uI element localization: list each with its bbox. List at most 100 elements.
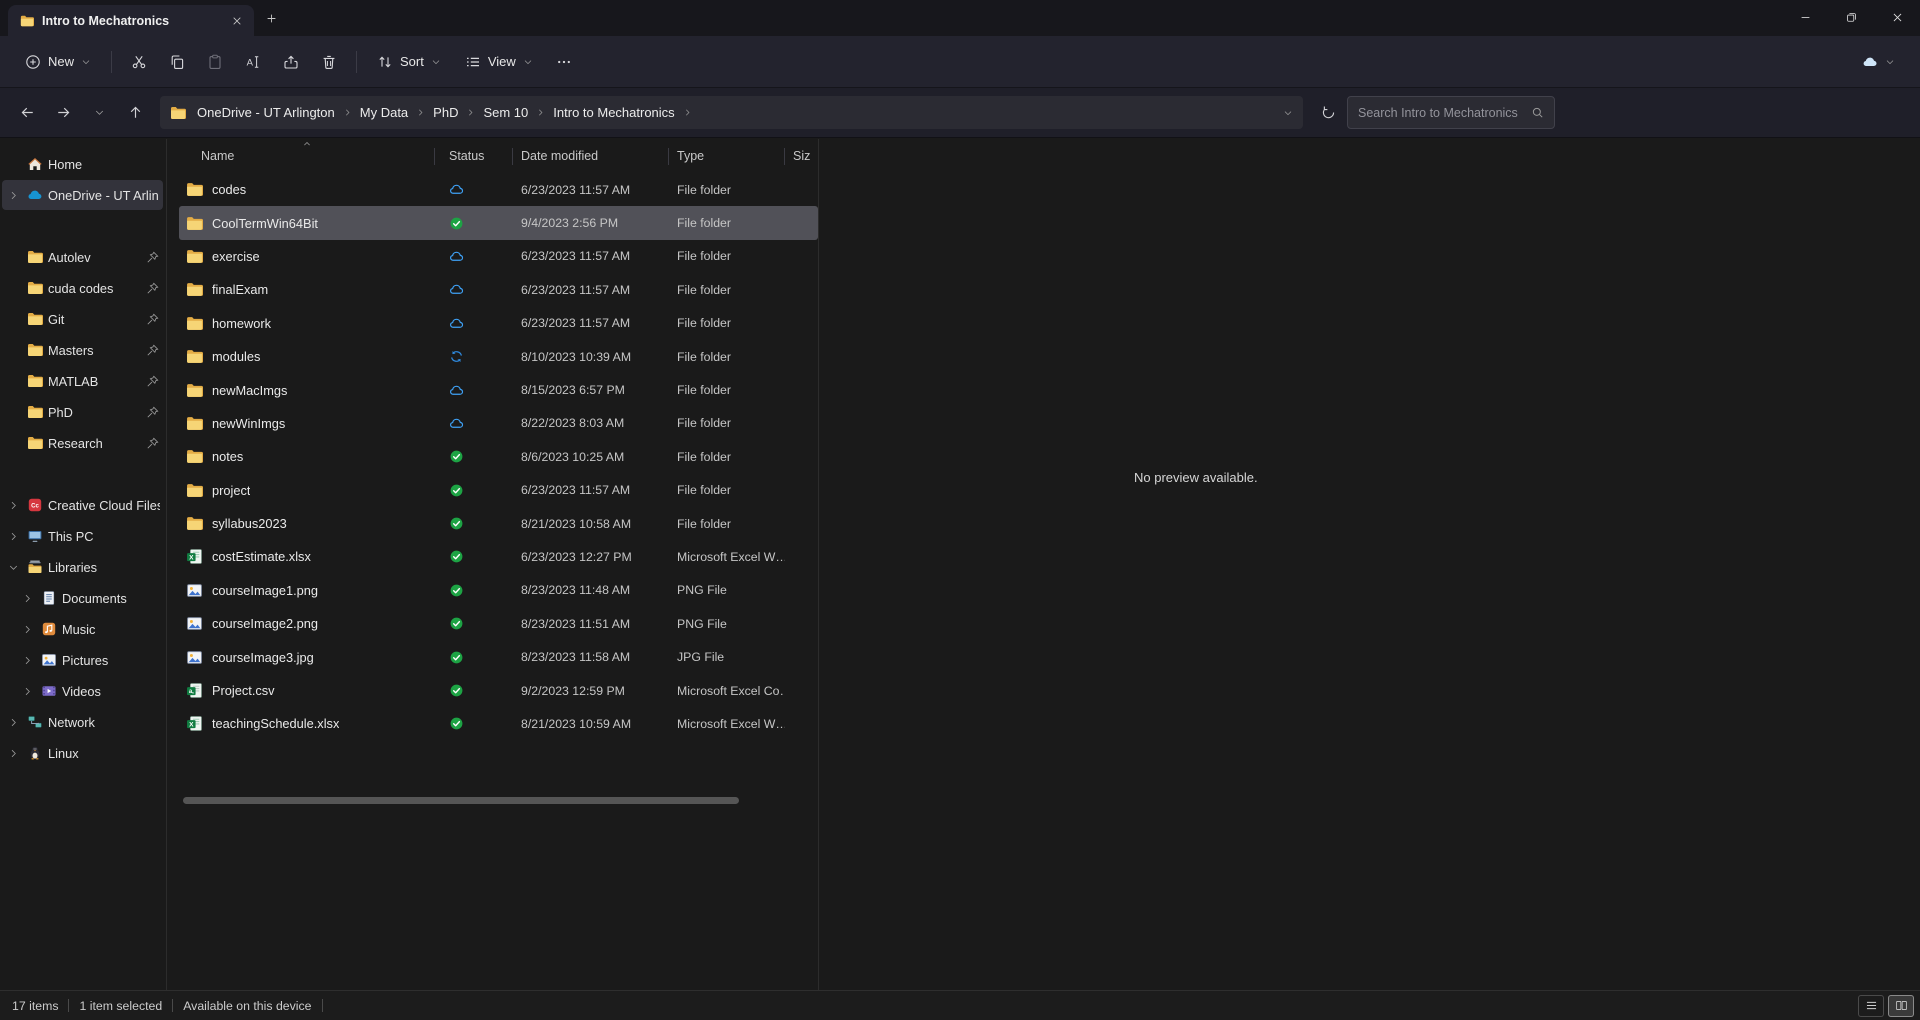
file-row[interactable]: courseImage3.jpg8/23/2023 11:58 AMJPG Fi…	[179, 640, 818, 673]
chevron-right-icon[interactable]	[18, 655, 36, 666]
sidebar-item-pictures[interactable]: Pictures	[16, 645, 163, 675]
sort-button[interactable]: Sort	[366, 44, 452, 80]
forward-button[interactable]	[46, 97, 80, 129]
chevron-right-icon[interactable]	[4, 190, 22, 201]
chevron-right-icon[interactable]	[466, 108, 475, 117]
sidebar-item-linux[interactable]: Linux	[2, 738, 163, 768]
search-input[interactable]	[1358, 106, 1523, 120]
sidebar-item-this-pc[interactable]: This PC	[2, 521, 163, 551]
chevron-right-icon[interactable]	[18, 624, 36, 635]
maximize-button[interactable]	[1828, 0, 1874, 35]
breadcrumb-item[interactable]: Sem 10	[476, 102, 535, 123]
explorer-tab[interactable]: Intro to Mechatronics	[8, 5, 254, 36]
chevron-right-icon[interactable]	[4, 748, 22, 759]
close-button[interactable]	[1874, 0, 1920, 35]
cut-icon	[131, 54, 147, 70]
sidebar-item-cuda-codes[interactable]: cuda codes	[2, 273, 163, 303]
scrollbar-thumb[interactable]	[183, 797, 739, 804]
sidebar-item-phd[interactable]: PhD	[2, 397, 163, 427]
new-button[interactable]: New	[14, 44, 102, 80]
column-header-date-modified[interactable]: Date modified	[513, 139, 669, 173]
sidebar-item-creative-cloud-files[interactable]: CcCreative Cloud Files	[2, 490, 163, 520]
column-header-name[interactable]: Name	[179, 139, 435, 173]
back-button[interactable]	[10, 97, 44, 129]
breadcrumb-item[interactable]: PhD	[426, 102, 465, 123]
file-row[interactable]: finalExam6/23/2023 11:57 AMFile folder	[179, 273, 818, 306]
file-row[interactable]: newWinImgs8/22/2023 8:03 AMFile folder	[179, 407, 818, 440]
file-row[interactable]: project6/23/2023 11:57 AMFile folder	[179, 474, 818, 507]
file-row[interactable]: newMacImgs8/15/2023 6:57 PMFile folder	[179, 373, 818, 406]
refresh-button[interactable]	[1311, 97, 1345, 129]
breadcrumb-item[interactable]: Intro to Mechatronics	[546, 102, 681, 123]
large-thumbnails-view-button[interactable]	[1888, 995, 1914, 1017]
file-row[interactable]: modules8/10/2023 10:39 AMFile folder	[179, 340, 818, 373]
sidebar-item-onedrive-ut-arlin[interactable]: OneDrive - UT Arlin	[2, 180, 163, 210]
rename-button[interactable]: A	[235, 44, 271, 80]
tab-close-icon[interactable]	[226, 10, 248, 32]
share-button[interactable]	[273, 44, 309, 80]
address-history-icon[interactable]	[1283, 108, 1293, 118]
column-header-status[interactable]: Status	[435, 139, 513, 173]
chevron-right-icon[interactable]	[4, 531, 22, 542]
up-button[interactable]	[118, 97, 152, 129]
sidebar-item-git[interactable]: Git	[2, 304, 163, 334]
search-box[interactable]	[1347, 96, 1555, 129]
column-header-type[interactable]: Type	[669, 139, 785, 173]
breadcrumb-item[interactable]: OneDrive - UT Arlington	[190, 102, 342, 123]
breadcrumb-bar[interactable]: OneDrive - UT Arlington My Data PhD Sem 10 I…	[160, 96, 1303, 129]
cloud-status-icon	[449, 383, 464, 398]
chevron-right-icon[interactable]	[536, 108, 545, 117]
file-row[interactable]: exercise6/23/2023 11:57 AMFile folder	[179, 240, 818, 273]
details-view-button[interactable]	[1858, 995, 1884, 1017]
sidebar-item-label: cuda codes	[48, 281, 141, 296]
chevron-right-icon[interactable]	[4, 717, 22, 728]
file-row[interactable]: CoolTermWin64Bit9/4/2023 2:56 PMFile fol…	[179, 206, 818, 239]
file-row[interactable]: courseImage2.png8/23/2023 11:51 AMPNG Fi…	[179, 607, 818, 640]
file-row[interactable]: XteachingSchedule.xlsx8/21/2023 10:59 AM…	[179, 707, 818, 740]
view-button[interactable]: View	[454, 44, 544, 80]
onedrive-status-button[interactable]	[1851, 44, 1906, 80]
cut-button[interactable]	[121, 44, 157, 80]
file-row[interactable]: notes8/6/2023 10:25 AMFile folder	[179, 440, 818, 473]
copy-button[interactable]	[159, 44, 195, 80]
minimize-button[interactable]	[1782, 0, 1828, 35]
sidebar-item-libraries[interactable]: Libraries	[2, 552, 163, 582]
paste-button[interactable]	[197, 44, 233, 80]
chevron-down-icon[interactable]	[4, 562, 22, 573]
chevron-right-icon[interactable]	[343, 108, 352, 117]
cloud-status-icon	[449, 416, 464, 431]
file-name: courseImage2.png	[212, 616, 318, 631]
sort-icon	[377, 54, 393, 70]
file-row[interactable]: courseImage1.png8/23/2023 11:48 AMPNG Fi…	[179, 574, 818, 607]
file-row[interactable]: homework6/23/2023 11:57 AMFile folder	[179, 307, 818, 340]
chevron-right-icon[interactable]	[683, 108, 692, 117]
sidebar-item-matlab[interactable]: MATLAB	[2, 366, 163, 396]
sidebar-item-network[interactable]: Network	[2, 707, 163, 737]
see-more-button[interactable]	[546, 44, 582, 80]
pin-icon	[146, 375, 159, 388]
file-row[interactable]: syllabus20238/21/2023 10:58 AMFile folde…	[179, 507, 818, 540]
delete-button[interactable]	[311, 44, 347, 80]
sidebar-item-documents[interactable]: Documents	[16, 583, 163, 613]
new-tab-button[interactable]	[254, 3, 288, 33]
file-row[interactable]: codes6/23/2023 11:57 AMFile folder	[179, 173, 818, 206]
file-row[interactable]: a,Project.csv9/2/2023 12:59 PMMicrosoft …	[179, 674, 818, 707]
sidebar-item-videos[interactable]: Videos	[16, 676, 163, 706]
chevron-right-icon[interactable]	[18, 593, 36, 604]
column-header-siz[interactable]: Siz	[785, 139, 818, 173]
horizontal-scrollbar[interactable]	[183, 797, 807, 805]
chevron-right-icon[interactable]	[18, 686, 36, 697]
sidebar-item-masters[interactable]: Masters	[2, 335, 163, 365]
sidebar-item-music[interactable]: Music	[16, 614, 163, 644]
chevron-right-icon[interactable]	[4, 500, 22, 511]
pin-icon	[146, 282, 159, 295]
breadcrumb-item[interactable]: My Data	[353, 102, 415, 123]
file-row[interactable]: XcostEstimate.xlsx6/23/2023 12:27 PMMicr…	[179, 540, 818, 573]
sidebar-item-autolev[interactable]: Autolev	[2, 242, 163, 272]
file-type: File folder	[669, 517, 785, 531]
recent-locations-button[interactable]	[82, 97, 116, 129]
chevron-right-icon[interactable]	[416, 108, 425, 117]
file-type: Microsoft Excel W…	[669, 717, 785, 731]
sidebar-item-home[interactable]: Home	[2, 149, 163, 179]
sidebar-item-research[interactable]: Research	[2, 428, 163, 458]
